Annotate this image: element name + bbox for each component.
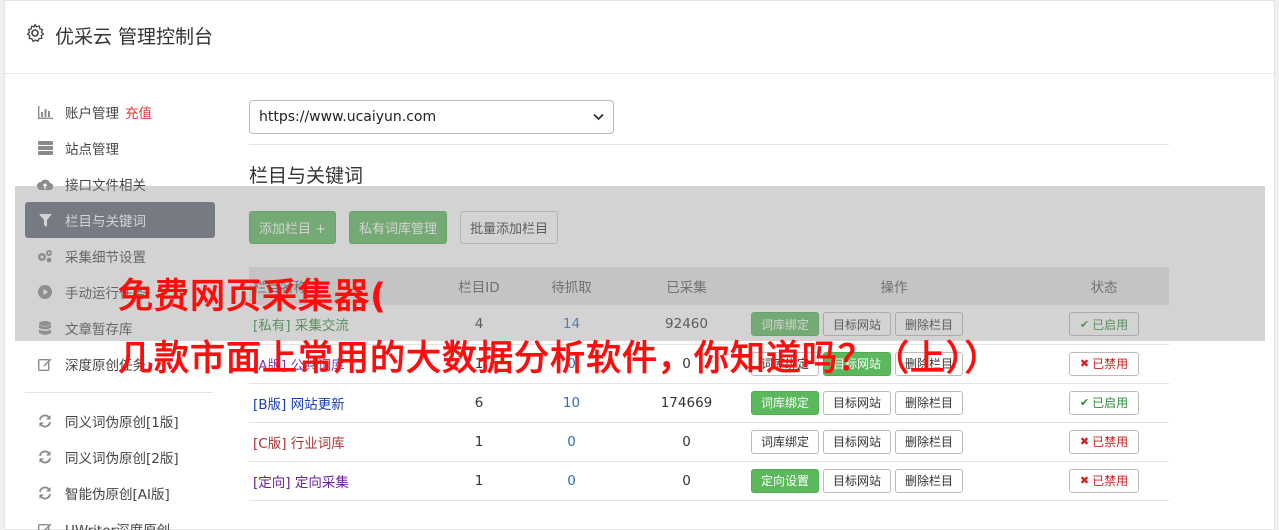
status-toggle-button[interactable]: ✖ 已禁用 — [1068, 468, 1140, 493]
column-name-cell: [B版] 网站更新 — [249, 383, 439, 422]
delete-column-button[interactable]: 删除栏目 — [895, 390, 964, 415]
collected-cell: 0 — [682, 433, 691, 450]
edit-icon — [37, 521, 53, 530]
status-cell: ✖ 已禁用 — [1039, 344, 1169, 383]
refresh-icon — [37, 449, 53, 465]
status-cell: ✖ 已禁用 — [1039, 422, 1169, 461]
recharge-link[interactable]: 充值 — [125, 102, 152, 122]
column-id-cell: 1 — [474, 472, 484, 489]
edit-icon — [37, 356, 53, 372]
sidebar-item-label: 账户管理 — [65, 106, 119, 122]
divider — [249, 144, 1169, 145]
target-site-button[interactable]: 目标网站 — [823, 429, 892, 454]
collected-cell: 0 — [682, 472, 691, 489]
sidebar-item-label: 同义词伪原创[2版] — [65, 451, 179, 467]
column-name-cell: [定向] 定向采集 — [249, 461, 439, 500]
site-select[interactable]: https://www.ucaiyun.com — [249, 100, 614, 134]
table-row: [B版] 网站更新 6 10 174669 词库绑定 目标网站 删除栏目 ✔ 已启… — [249, 383, 1169, 422]
target-site-button[interactable]: 目标网站 — [823, 390, 892, 415]
status-cell: ✔ 已启用 — [1039, 383, 1169, 422]
sidebar-item-label: 站点管理 — [65, 142, 119, 158]
sidebar-item-account[interactable]: 账户管理 充值 — [25, 94, 215, 130]
gear-icon — [26, 23, 45, 43]
refresh-icon — [37, 413, 53, 429]
sidebar-item-synonym-v2[interactable]: 同义词伪原创[2版] — [25, 439, 215, 475]
page-title: 优采云 管理控制台 — [55, 26, 214, 48]
section-title: 栏目与关键词 — [249, 165, 364, 187]
column-name-cell: [C版] 行业词库 — [249, 422, 439, 461]
actions-cell: 词库绑定 目标网站 删除栏目 — [749, 422, 1039, 461]
column-id-cell: 1 — [474, 433, 484, 450]
delete-column-button[interactable]: 删除栏目 — [895, 468, 964, 493]
overlay-headline-line1: 免费网页采集器( — [118, 277, 387, 317]
sidebar-item-uwriter[interactable]: UWriter深度原创 — [25, 511, 215, 530]
status-cell: ✖ 已禁用 — [1039, 461, 1169, 500]
sidebar-item-ai-original[interactable]: 智能伪原创[AI版] — [25, 475, 215, 511]
bind-lexicon-button[interactable]: 词库绑定 — [751, 429, 820, 454]
server-icon — [37, 140, 53, 156]
collected-cell: 174669 — [660, 394, 713, 411]
column-link[interactable]: [定向] 定向采集 — [253, 475, 349, 491]
sidebar-item-label: 智能伪原创[AI版] — [65, 487, 170, 503]
column-link[interactable]: [C版] 行业词库 — [253, 436, 345, 452]
bind-lexicon-button[interactable]: 词库绑定 — [751, 390, 820, 415]
close-icon: ✖ — [1079, 474, 1090, 487]
actions-cell: 定向设置 目标网站 删除栏目 — [749, 461, 1039, 500]
pending-cell[interactable]: 10 — [519, 383, 624, 422]
bar-chart-icon — [37, 104, 53, 120]
chevron-down-icon — [593, 113, 604, 121]
target-site-button[interactable]: 目标网站 — [823, 468, 892, 493]
site-select-value: https://www.ucaiyun.com — [259, 109, 437, 125]
overlay-headline-line2: 几款市面上常用的大数据分析软件，你知道吗？（上）） — [118, 339, 1001, 379]
top-header: 优采云 管理控制台 — [5, 1, 1274, 74]
delete-column-button[interactable]: 删除栏目 — [895, 429, 964, 454]
actions-cell: 词库绑定 目标网站 删除栏目 — [749, 383, 1039, 422]
status-toggle-button[interactable]: ✖ 已禁用 — [1068, 429, 1140, 454]
sidebar-item-label: UWriter深度原创 — [65, 519, 170, 530]
pending-cell[interactable]: 0 — [519, 461, 624, 500]
sidebar-divider — [25, 392, 213, 393]
close-icon: ✖ — [1079, 357, 1090, 370]
pending-cell[interactable]: 0 — [519, 422, 624, 461]
sidebar-item-label: 同义词伪原创[1版] — [65, 415, 179, 431]
close-icon: ✖ — [1079, 435, 1090, 448]
column-id-cell: 6 — [474, 394, 484, 411]
status-toggle-button[interactable]: ✔ 已启用 — [1068, 390, 1140, 415]
refresh-icon — [37, 485, 53, 501]
table-row: [定向] 定向采集 1 0 0 定向设置 目标网站 删除栏目 ✖ 已禁用 — [249, 461, 1169, 500]
check-icon: ✔ — [1079, 396, 1090, 409]
sidebar-item-synonym-v1[interactable]: 同义词伪原创[1版] — [25, 403, 215, 439]
directed-settings-button[interactable]: 定向设置 — [751, 468, 820, 493]
sidebar-item-sites[interactable]: 站点管理 — [25, 130, 215, 166]
column-link[interactable]: [B版] 网站更新 — [253, 397, 345, 413]
status-toggle-button[interactable]: ✖ 已禁用 — [1068, 351, 1140, 376]
table-row: [C版] 行业词库 1 0 0 词库绑定 目标网站 删除栏目 ✖ 已禁用 — [249, 422, 1169, 461]
